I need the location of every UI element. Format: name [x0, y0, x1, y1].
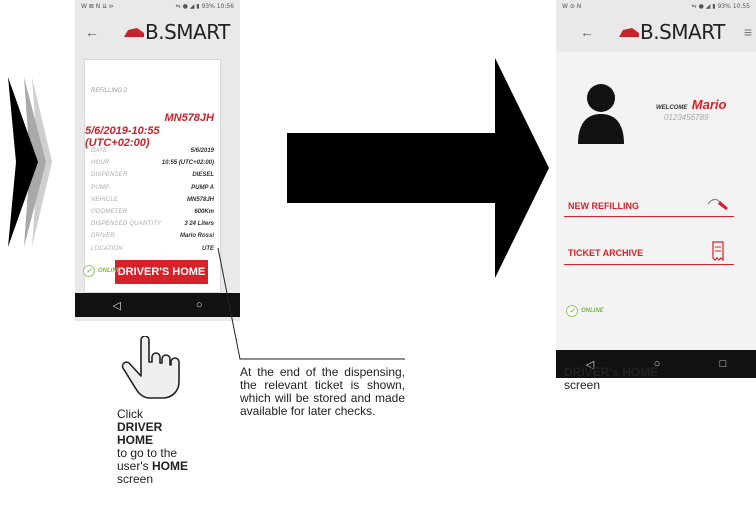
- ticket-caption: At the end of the dispensing, the releva…: [240, 365, 405, 418]
- welcome-label: WELCOME: [656, 105, 688, 111]
- status-icons-left: W ⊘ N: [562, 3, 582, 10]
- status-bar: W ⊘ N ⇋ ● ◢ ▮ 93% 10:55: [556, 0, 756, 14]
- home-phone-screen: W ⊘ N ⇋ ● ◢ ▮ 93% 10:55 ← B.SMART ≡ WELC…: [556, 0, 756, 378]
- status-icons-right: ⇋ ● ◢ ▮ 93% 10:55: [691, 3, 750, 10]
- user-name: Mario: [691, 97, 727, 112]
- big-right-arrow-icon: [287, 58, 549, 278]
- welcome-line: WELCOME Mario: [656, 96, 726, 114]
- app-bar: ← B.SMART ≡: [556, 14, 756, 52]
- back-arrow-icon[interactable]: ←: [580, 24, 594, 40]
- home-caption: DRIVER's HOME screen: [564, 365, 659, 392]
- bsmart-logo: B.SMART: [618, 20, 725, 44]
- receipt-icon: [712, 241, 724, 262]
- check-icon: ✓: [566, 305, 578, 317]
- avatar-icon: [578, 84, 624, 144]
- new-refilling-divider: [564, 216, 734, 217]
- fuel-nozzle-icon: [707, 198, 728, 210]
- online-status: ✓ ONLINE: [566, 305, 604, 317]
- car-logo-icon: [619, 28, 639, 37]
- new-refilling-button[interactable]: NEW REFILLING: [568, 201, 639, 211]
- hamburger-menu-icon[interactable]: ≡: [744, 24, 752, 40]
- user-code: 0123456789: [664, 113, 709, 122]
- ticket-archive-button[interactable]: TICKET ARCHIVE: [568, 248, 643, 258]
- ticket-archive-divider: [564, 264, 734, 265]
